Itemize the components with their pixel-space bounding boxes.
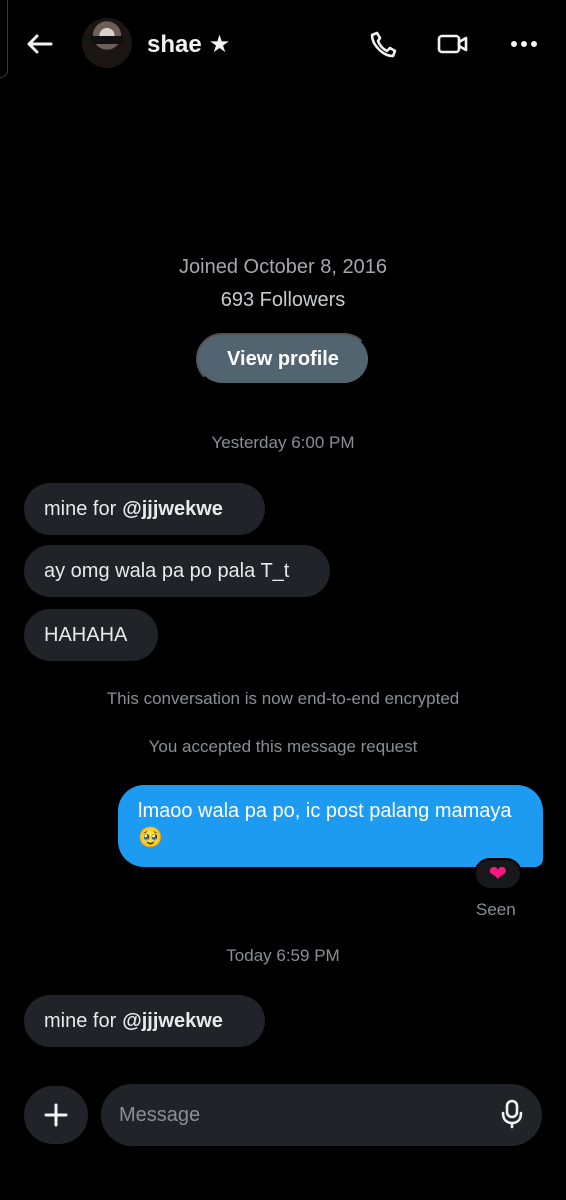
heart-reaction[interactable]: ❤ bbox=[474, 858, 522, 890]
joined-date: Joined October 8, 2016 bbox=[179, 256, 387, 278]
message-request-notice: You accepted this message request bbox=[148, 737, 418, 756]
mention-handle[interactable]: @jjjwekwe bbox=[122, 498, 223, 521]
avatar[interactable] bbox=[82, 18, 132, 68]
avatar-sunglasses bbox=[90, 36, 124, 44]
phone-icon[interactable] bbox=[365, 26, 401, 62]
incoming-message[interactable]: mine for @jjjwekwe bbox=[24, 483, 265, 535]
message-text: mine for bbox=[44, 497, 117, 520]
more-icon[interactable] bbox=[506, 26, 542, 62]
incoming-message[interactable]: ay omg wala pa po pala T_t bbox=[24, 545, 330, 597]
message-text: mine for bbox=[44, 1009, 117, 1032]
heart-icon: ❤ bbox=[488, 861, 508, 886]
view-profile-button[interactable]: View profile bbox=[196, 333, 370, 385]
star-icon: ★ bbox=[208, 31, 231, 58]
chat-header: shae ★ bbox=[0, 0, 566, 92]
plus-icon bbox=[44, 1103, 68, 1127]
back-arrow-icon[interactable] bbox=[22, 28, 58, 60]
mention-handle[interactable]: @jjjwekwe bbox=[122, 1010, 223, 1033]
message-composer[interactable] bbox=[101, 1084, 542, 1146]
seen-status: Seen bbox=[476, 900, 516, 919]
outgoing-message[interactable]: lmaoo wala pa po, ic post palang mamaya … bbox=[118, 785, 543, 867]
timestamp-today: Today 6:59 PM bbox=[226, 946, 340, 965]
message-input[interactable] bbox=[119, 1103, 459, 1127]
contact-name: shae bbox=[147, 30, 202, 58]
incoming-message[interactable]: mine for @jjjwekwe bbox=[24, 995, 265, 1047]
incoming-message[interactable]: HAHAHA bbox=[24, 609, 158, 661]
video-icon[interactable] bbox=[435, 26, 471, 62]
conversation-title[interactable]: shae ★ bbox=[147, 30, 230, 59]
encryption-notice: This conversation is now end-to-end encr… bbox=[106, 689, 460, 708]
add-attachment-button[interactable] bbox=[24, 1086, 88, 1144]
microphone-icon[interactable] bbox=[497, 1099, 527, 1129]
timestamp-yesterday: Yesterday 6:00 PM bbox=[211, 433, 355, 452]
followers-count: 693 Followers bbox=[220, 289, 346, 311]
